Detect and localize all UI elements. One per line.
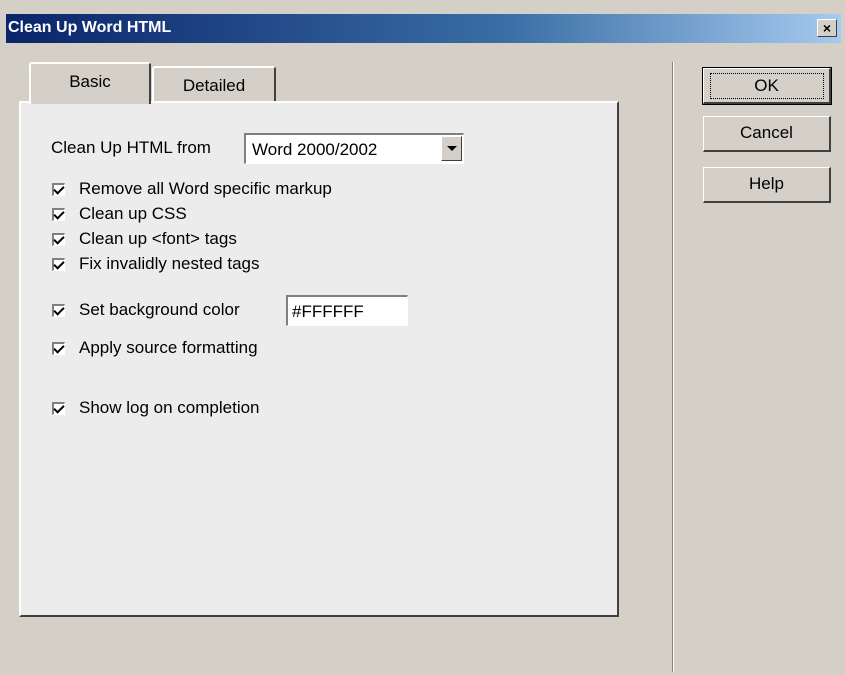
title-bar: Clean Up Word HTML × — [6, 14, 841, 43]
vertical-separator — [672, 62, 674, 672]
set-bg-color-label: Set background color — [79, 300, 240, 319]
cleanup-from-row: Clean Up HTML from — [51, 138, 211, 158]
help-button[interactable]: Help — [703, 167, 831, 203]
clean-up-font-tags-label: Clean up <font> tags — [79, 229, 237, 248]
close-icon: × — [822, 20, 832, 36]
clean-up-word-html-dialog: Clean Up Word HTML × Basic Detailed Clea… — [0, 0, 845, 675]
chevron-down-icon[interactable] — [441, 136, 462, 161]
show-log-checkbox[interactable] — [52, 401, 65, 415]
ok-button[interactable]: OK — [702, 67, 832, 105]
cancel-button[interactable]: Cancel — [703, 116, 831, 152]
option-apply-source-formatting[interactable]: Apply source formatting — [52, 338, 258, 358]
tab-detailed[interactable]: Detailed — [152, 66, 276, 104]
option-clean-up-font-tags[interactable]: Clean up <font> tags — [52, 229, 237, 249]
cleanup-from-select[interactable]: Word 2000/2002 — [244, 133, 464, 164]
cleanup-from-label: Clean Up HTML from — [51, 138, 211, 157]
option-remove-word-markup[interactable]: Remove all Word specific markup — [52, 179, 332, 199]
show-log-label: Show log on completion — [79, 398, 260, 417]
close-button[interactable]: × — [817, 19, 837, 37]
fix-nested-tags-checkbox[interactable] — [52, 257, 65, 271]
apply-source-formatting-checkbox[interactable] — [52, 341, 65, 355]
dialog-title: Clean Up Word HTML — [8, 19, 172, 36]
clean-up-css-checkbox[interactable] — [52, 207, 65, 221]
set-bg-color-checkbox[interactable] — [52, 303, 65, 317]
ok-button-label: OK — [709, 73, 824, 99]
clean-up-font-tags-checkbox[interactable] — [52, 232, 65, 246]
option-set-bg-color[interactable]: Set background color — [52, 300, 240, 320]
option-fix-nested-tags[interactable]: Fix invalidly nested tags — [52, 254, 259, 274]
option-show-log[interactable]: Show log on completion — [52, 398, 260, 418]
option-clean-up-css[interactable]: Clean up CSS — [52, 204, 187, 224]
cleanup-from-value: Word 2000/2002 — [252, 140, 378, 159]
apply-source-formatting-label: Apply source formatting — [79, 338, 258, 357]
tab-basic[interactable]: Basic — [29, 62, 151, 104]
remove-word-markup-label: Remove all Word specific markup — [79, 179, 332, 198]
tab-detailed-label: Detailed — [182, 76, 246, 95]
bg-color-input[interactable]: #FFFFFF — [286, 295, 408, 326]
fix-nested-tags-label: Fix invalidly nested tags — [79, 254, 260, 273]
tab-basic-label: Basic — [69, 72, 111, 91]
clean-up-css-label: Clean up CSS — [79, 204, 187, 223]
remove-word-markup-checkbox[interactable] — [52, 182, 65, 196]
basic-tab-panel: Clean Up HTML from Word 2000/2002 Remove… — [19, 101, 619, 617]
